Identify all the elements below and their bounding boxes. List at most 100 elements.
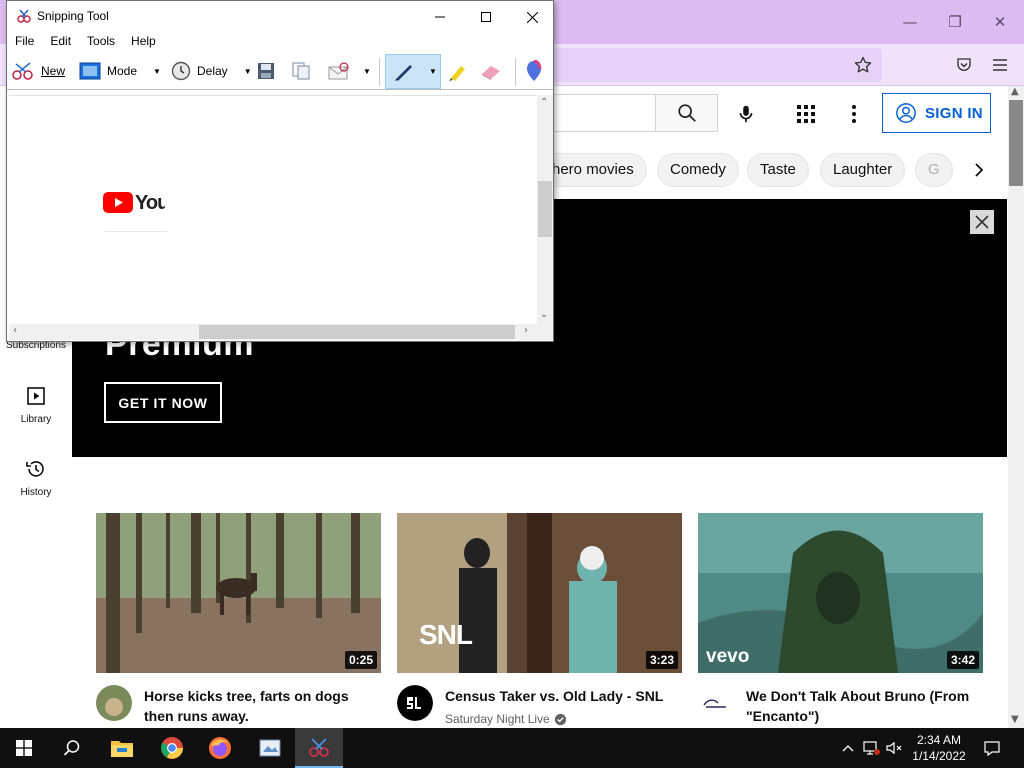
snip-scroll-down-icon[interactable]: ⌄ [540,309,548,320]
maximize-icon [481,12,491,22]
snip-toolbar: New Mode ▼ Delay ▼ ▼ ▼ [7,52,553,90]
snip-scroll-left-icon[interactable]: ‹ [13,325,17,336]
paint3d-button[interactable] [525,56,543,86]
snip-vertical-scroll-thumb[interactable] [538,181,552,237]
chips-next-button[interactable] [962,153,996,187]
sign-in-label: SIGN IN [925,104,983,122]
chip-taste[interactable]: Taste [747,153,809,187]
highlighter-button[interactable] [447,56,469,86]
snip-maximize-button[interactable] [463,5,509,29]
microphone-icon[interactable] [730,98,762,130]
eraser-button[interactable] [479,56,503,86]
clock-icon [171,61,191,81]
menu-edit[interactable]: Edit [42,32,79,52]
taskbar-snipping-tool[interactable] [295,728,343,768]
taskbar-file-explorer[interactable] [98,728,146,768]
page-scroll-up-icon[interactable]: ▲ [1011,86,1019,97]
video-duration: 3:42 [946,651,979,669]
snip-scroll-right-icon[interactable]: › [524,325,528,336]
more-options-icon[interactable] [838,98,870,130]
close-icon[interactable]: ✕ [988,10,1012,34]
taskbar-paint[interactable] [246,728,294,768]
file-explorer-icon [111,741,133,757]
sidebar-item-library[interactable]: Library [0,384,72,425]
volume-muted-icon[interactable] [884,738,904,758]
page-scrollbar-thumb[interactable] [1009,100,1023,186]
send-snip-button[interactable]: ▼ [327,56,371,86]
chip-hero-movies[interactable]: hero movies [540,153,647,187]
snip-canvas[interactable]: You [9,95,536,324]
bookmark-star-icon[interactable] [850,52,876,78]
restore-icon[interactable]: ❐ [943,10,967,34]
pocket-icon[interactable] [951,52,977,78]
snipping-tool-titlebar[interactable]: Snipping Tool [7,1,553,32]
get-it-now-button[interactable]: GET IT NOW [104,382,222,423]
tray-chevron-up-icon[interactable] [838,738,858,758]
video-card[interactable]: vevo 3:42 We Don't Talk About Bruno (Fro… [698,513,983,724]
taskbar-chrome[interactable] [148,728,196,768]
snip-close-button[interactable] [509,5,555,29]
channel-avatar[interactable] [698,685,734,721]
hamburger-menu-icon[interactable] [987,52,1013,78]
chip-partial[interactable]: G [915,153,953,187]
copy-icon [292,62,310,80]
send-dropdown-icon[interactable]: ▼ [363,67,371,76]
snip-horizontal-scroll-thumb[interactable] [199,325,515,339]
paint3d-icon [527,60,542,81]
start-button[interactable] [0,728,48,768]
menu-file[interactable]: File [7,32,42,52]
video-title[interactable]: Horse kicks tree, farts on dogs then run… [144,686,381,726]
new-snip-button[interactable]: New [11,56,65,86]
mode-button[interactable]: Mode ▼ [79,56,161,86]
clock-time: 2:34 AM [916,733,962,747]
library-icon [27,387,45,405]
banner-close-button[interactable] [970,210,994,234]
video-card[interactable]: 0:25 Horse kicks tree, farts on dogs the… [96,513,381,724]
save-button[interactable] [257,56,275,86]
video-thumbnail[interactable]: SNL 3:23 [397,513,682,673]
mode-dropdown-icon[interactable]: ▼ [153,67,161,76]
video-title[interactable]: Census Taker vs. Old Lady - SNL [445,686,682,706]
eraser-icon [482,66,500,80]
menu-tools[interactable]: Tools [79,32,123,52]
delay-button[interactable]: Delay ▼ [171,56,252,86]
copy-button[interactable] [291,56,311,86]
video-card[interactable]: SNL 3:23 Census Taker vs. Old Lady - SNL… [397,513,682,726]
video-thumbnail[interactable]: vevo 3:42 [698,513,983,673]
snipping-tool-window: Snipping Tool File Edit Tools Help New M… [6,0,554,342]
sign-in-button[interactable]: SIGN IN [882,93,991,133]
menu-help[interactable]: Help [123,32,164,52]
search-button[interactable] [655,94,718,132]
snip-scroll-up-icon[interactable]: ⌃ [540,97,548,108]
page-scroll-down-icon[interactable]: ▼ [1011,714,1019,725]
taskbar-firefox[interactable] [196,728,244,768]
taskbar-clock[interactable]: 2:34 AM 1/14/2022 [908,732,970,764]
sidebar-item-history[interactable]: History [0,457,72,498]
video-channel[interactable]: Saturday Night Live [445,712,567,726]
verified-icon [554,713,566,725]
channel-avatar[interactable] [96,685,132,721]
network-icon[interactable] [861,738,881,758]
apps-grid-icon[interactable] [790,98,822,130]
taskbar-search-button[interactable] [48,728,96,768]
minimize-icon [435,16,445,18]
chip-comedy[interactable]: Comedy [657,153,739,187]
address-bar[interactable] [540,48,882,82]
minimize-icon[interactable]: — [898,10,922,34]
search-input[interactable] [540,94,656,132]
pen-tool-button[interactable]: ▼ [393,56,437,86]
video-title[interactable]: We Don't Talk About Bruno (From "Encanto… [746,686,983,726]
captured-logo-text: You [135,192,165,214]
channel-avatar[interactable] [397,685,433,721]
delay-dropdown-icon[interactable]: ▼ [244,67,252,76]
sidebar-label-history: History [20,487,52,498]
video-thumbnail[interactable]: 0:25 [96,513,381,673]
delay-label: Delay [197,64,228,78]
snip-minimize-button[interactable] [417,5,463,29]
notifications-icon[interactable] [982,738,1002,758]
send-email-icon [328,62,349,80]
chip-laughter[interactable]: Laughter [820,153,906,187]
clock-date: 1/14/2022 [912,749,966,763]
pen-dropdown-icon[interactable]: ▼ [429,67,437,76]
mode-label: Mode [107,64,138,78]
